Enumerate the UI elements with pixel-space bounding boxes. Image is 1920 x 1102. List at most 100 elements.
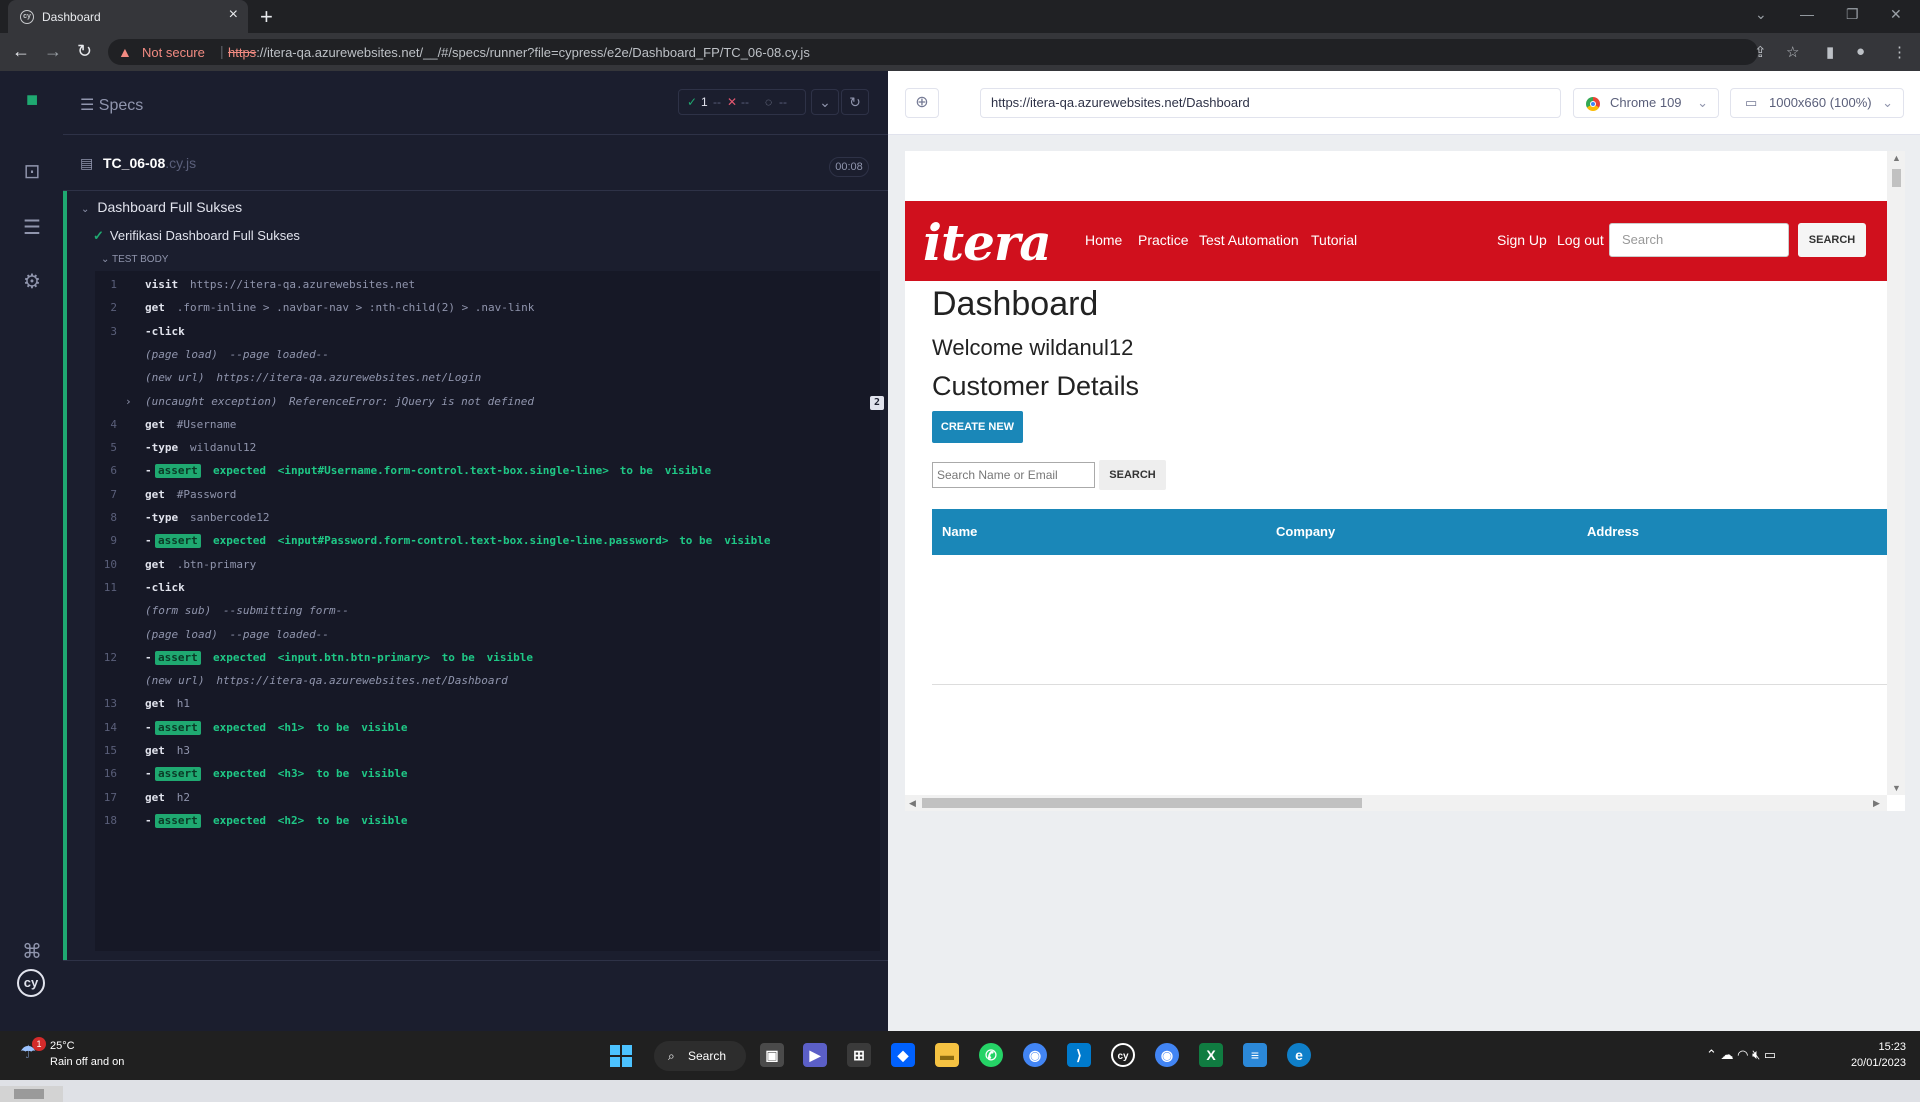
failed-count: -- — [741, 95, 749, 109]
command-row[interactable]: 8 -type sanbercode12 — [95, 506, 880, 530]
cypress-app-icon[interactable]: cy — [1111, 1043, 1135, 1067]
site-search-button[interactable]: SEARCH — [1798, 223, 1866, 257]
command-row[interactable]: 15 get h3 — [95, 739, 880, 763]
vscode-icon[interactable]: ⟩ — [1067, 1043, 1091, 1067]
command-row[interactable]: (new url) https://itera-qa.azurewebsites.… — [95, 366, 880, 390]
restore-icon[interactable]: ❐ — [1846, 6, 1859, 23]
command-row[interactable]: 12 - assert expected <input.btn.btn-primary>… — [95, 646, 880, 670]
cypress-logo-icon[interactable]: cy — [17, 969, 45, 997]
sidebar-scrollbar[interactable] — [0, 1086, 63, 1102]
command-row[interactable]: 17 get h2 — [95, 786, 880, 810]
windows-start-icon[interactable] — [610, 1045, 632, 1067]
command-row[interactable]: 16 - assert expected <h3> to be visible — [95, 762, 880, 786]
command-row[interactable]: 4 get #Username — [95, 413, 880, 437]
search-name-input[interactable]: Search Name or Email — [932, 462, 1095, 488]
command-row[interactable]: (page load) --page loaded-- — [95, 343, 880, 367]
task-view-icon[interactable]: ▣ — [760, 1043, 784, 1067]
excel-icon[interactable]: X — [1199, 1043, 1223, 1067]
command-row[interactable]: 3 -click — [95, 320, 880, 344]
dropbox-icon[interactable]: ◆ — [891, 1043, 915, 1067]
tab-title: Dashboard — [42, 10, 101, 24]
command-message: sanbercode12 — [190, 511, 270, 524]
wifi-icon[interactable]: ◠ — [1737, 1047, 1752, 1062]
command-row[interactable]: 1 visit https://itera-qa.azurewebsites.net — [95, 273, 880, 297]
test-title[interactable]: ✓ Verifikasi Dashboard Full Sukses — [93, 228, 300, 244]
battery-icon[interactable]: ▭ — [1764, 1047, 1776, 1062]
command-row[interactable]: (form sub) --submitting form-- — [95, 599, 880, 623]
tab-search-icon[interactable]: ⌄ — [1755, 6, 1767, 23]
specs-list-icon[interactable]: ☰ — [20, 215, 44, 239]
nav-sign-up[interactable]: Sign Up — [1497, 232, 1547, 248]
volume-muted-icon[interactable]: 🔇︎ — [1752, 1047, 1764, 1062]
browser-tab[interactable]: cy Dashboard × — [8, 0, 248, 33]
command-row[interactable]: (page load) --page loaded-- — [95, 623, 880, 647]
onedrive-icon[interactable]: ☁ — [1721, 1047, 1738, 1062]
rerun-icon[interactable]: ↻ — [841, 89, 869, 115]
command-row[interactable]: (new url) https://itera-qa.azurewebsites.… — [95, 669, 880, 693]
specs-toggle[interactable]: ☰ Specs — [80, 95, 143, 115]
chrome-icon[interactable]: ◉ — [1155, 1043, 1179, 1067]
browser-select[interactable]: Chrome 109 ⌄ — [1573, 88, 1719, 118]
omnibox[interactable]: ▲ Not secure | https://itera-qa.azureweb… — [108, 39, 1758, 65]
command-row[interactable]: 6 - assert expected <input#Username.form-con… — [95, 459, 880, 483]
share-icon[interactable]: ⇪ — [1754, 43, 1767, 61]
command-row[interactable]: › (uncaught exception) ReferenceError: jQu… — [95, 390, 884, 414]
keyboard-shortcuts-icon[interactable]: ⌘ — [20, 939, 44, 963]
command-row[interactable]: 18 - assert expected <h2> to be visible — [95, 809, 880, 833]
expand-chevron-icon[interactable]: ⌄ — [811, 89, 839, 115]
suite-title[interactable]: ⌄ Dashboard Full Sukses — [81, 199, 242, 215]
scroll-down-icon[interactable]: ▼ — [1892, 783, 1901, 793]
whatsapp-icon[interactable]: ✆ — [979, 1043, 1003, 1067]
horizontal-scrollbar[interactable]: ◀ ▶ — [905, 795, 1887, 811]
close-tab-icon[interactable]: × — [229, 6, 238, 24]
command-row[interactable]: 5 -type wildanul12 — [95, 436, 880, 460]
command-row[interactable]: 7 get #Password — [95, 483, 880, 507]
bookmark-star-icon[interactable]: ☆ — [1786, 43, 1799, 61]
command-row[interactable]: 9 - assert expected <input#Password.form-con… — [95, 529, 880, 553]
command-row[interactable]: 13 get h1 — [95, 692, 880, 716]
selector-playground-icon[interactable]: ⊕ — [905, 88, 939, 118]
menu-dots-icon[interactable]: ⋮ — [1892, 43, 1907, 61]
command-row[interactable]: 14 - assert expected <h1> to be visible — [95, 716, 880, 740]
nav-practice[interactable]: Practice — [1138, 232, 1189, 248]
runs-icon[interactable]: ⊡ — [20, 159, 44, 183]
aut-url[interactable]: https://itera-qa.azurewebsites.net/Dashb… — [980, 88, 1561, 118]
test-body-label[interactable]: ⌄ TEST BODY — [101, 254, 168, 265]
scroll-up-icon[interactable]: ▲ — [1892, 153, 1901, 163]
side-panel-icon[interactable]: ▮ — [1826, 43, 1834, 61]
vertical-scrollbar[interactable]: ▲ ▼ — [1887, 151, 1905, 795]
scroll-left-icon[interactable]: ◀ — [909, 798, 916, 809]
viewport-size[interactable]: ▭ 1000x660 (100%) ⌄ — [1730, 88, 1904, 118]
create-new-button[interactable]: CREATE NEW — [932, 411, 1023, 443]
minimize-icon[interactable]: — — [1800, 6, 1814, 22]
project-icon[interactable]: ■ — [20, 89, 44, 113]
forward-icon[interactable]: → — [44, 41, 62, 62]
notepad-icon[interactable]: ≡ — [1243, 1043, 1267, 1067]
store-icon[interactable]: ⊞ — [847, 1043, 871, 1067]
chrome-dev-icon[interactable]: ◉ — [1023, 1043, 1047, 1067]
taskbar-search[interactable]: ⌕ Search — [654, 1041, 746, 1071]
search-name-button[interactable]: SEARCH — [1099, 460, 1166, 490]
tray-chevron-icon[interactable]: ⌃ — [1706, 1047, 1721, 1062]
scroll-right-icon[interactable]: ▶ — [1873, 798, 1880, 809]
clock[interactable]: 15:23 20/01/2023 — [1836, 1039, 1906, 1071]
profile-avatar-icon[interactable]: ● — [1856, 43, 1865, 60]
nav-log-out[interactable]: Log out — [1557, 232, 1604, 248]
command-row[interactable]: 11 -click — [95, 576, 880, 600]
reload-icon[interactable]: ↻ — [77, 41, 92, 62]
nav-test-automation[interactable]: Test Automation — [1199, 232, 1299, 248]
edge-icon[interactable]: e — [1287, 1043, 1311, 1067]
close-window-icon[interactable]: ✕ — [1890, 6, 1902, 23]
site-search-input[interactable]: Search — [1609, 223, 1789, 257]
teams-icon[interactable]: ▶ — [803, 1043, 827, 1067]
nav-home[interactable]: Home — [1085, 232, 1122, 248]
back-icon[interactable]: ← — [12, 41, 30, 62]
page-url[interactable]: https://itera-qa.azurewebsites.net/__/#/… — [228, 45, 810, 60]
command-row[interactable]: 2 get .form-inline > .navbar-nav > :nth-ch… — [95, 296, 880, 320]
nav-tutorial[interactable]: Tutorial — [1311, 232, 1357, 248]
command-row[interactable]: 10 get .btn-primary — [95, 553, 880, 577]
settings-gear-icon[interactable]: ⚙ — [20, 269, 44, 293]
itera-logo[interactable]: itera — [923, 213, 1052, 272]
file-explorer-icon[interactable]: ▬ — [935, 1043, 959, 1067]
new-tab-button[interactable]: + — [260, 4, 273, 30]
